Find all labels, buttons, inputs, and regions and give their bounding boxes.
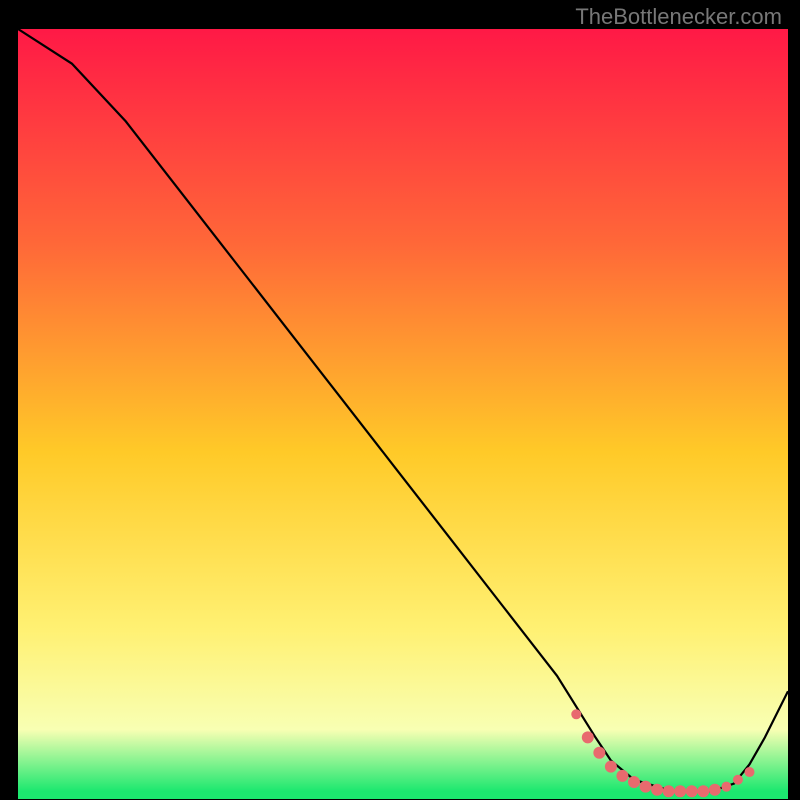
chart-container <box>18 29 788 799</box>
chart-background <box>18 29 788 799</box>
marker-dot <box>628 776 640 788</box>
marker-dot <box>663 785 675 797</box>
gradient-rect <box>18 29 788 799</box>
marker-dot <box>686 785 698 797</box>
marker-dot <box>605 761 617 773</box>
marker-dot <box>640 781 652 793</box>
marker-dot <box>733 775 743 785</box>
chart-svg <box>18 29 788 799</box>
marker-dot <box>593 747 605 759</box>
marker-dot <box>721 782 731 792</box>
marker-dot <box>697 785 709 797</box>
watermark-text: TheBottlenecker.com <box>575 4 782 30</box>
marker-dot <box>745 767 755 777</box>
marker-dot <box>571 709 581 719</box>
marker-dot <box>582 731 594 743</box>
marker-dot <box>709 784 721 796</box>
marker-dot <box>674 785 686 797</box>
marker-dot <box>651 784 663 796</box>
marker-dot <box>616 770 628 782</box>
